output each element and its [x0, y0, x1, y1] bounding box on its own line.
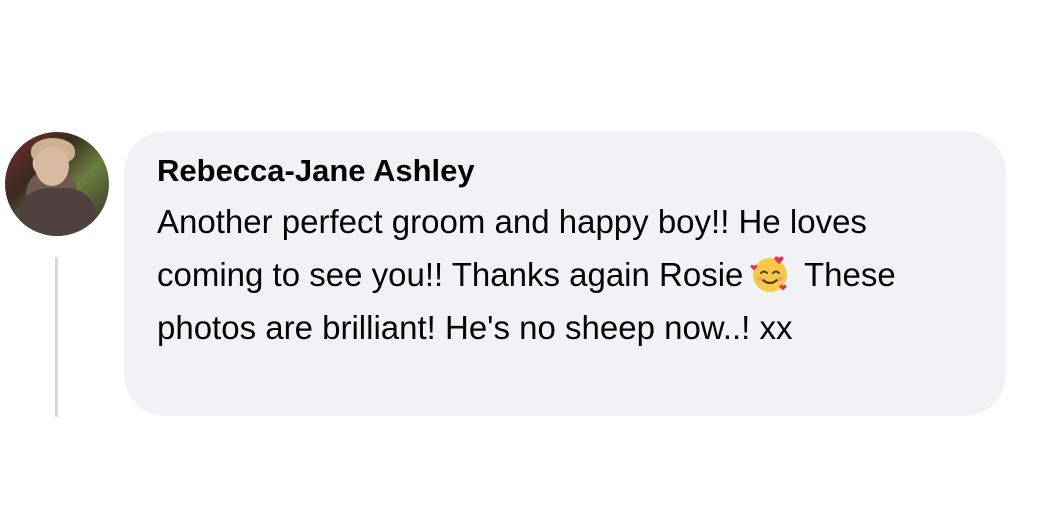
- comment-bubble: Rebecca-Jane Ashley Another perfect groo…: [124, 131, 1006, 416]
- avatar-face: [35, 146, 69, 186]
- smiling-face-with-hearts-icon: [750, 256, 788, 292]
- comment-author[interactable]: Rebecca-Jane Ashley: [157, 151, 1006, 191]
- avatar-body: [19, 188, 95, 236]
- comment-text: Another perfect groom and happy boy!! He…: [157, 195, 957, 354]
- avatar[interactable]: [5, 132, 109, 236]
- thread-line: [55, 257, 58, 417]
